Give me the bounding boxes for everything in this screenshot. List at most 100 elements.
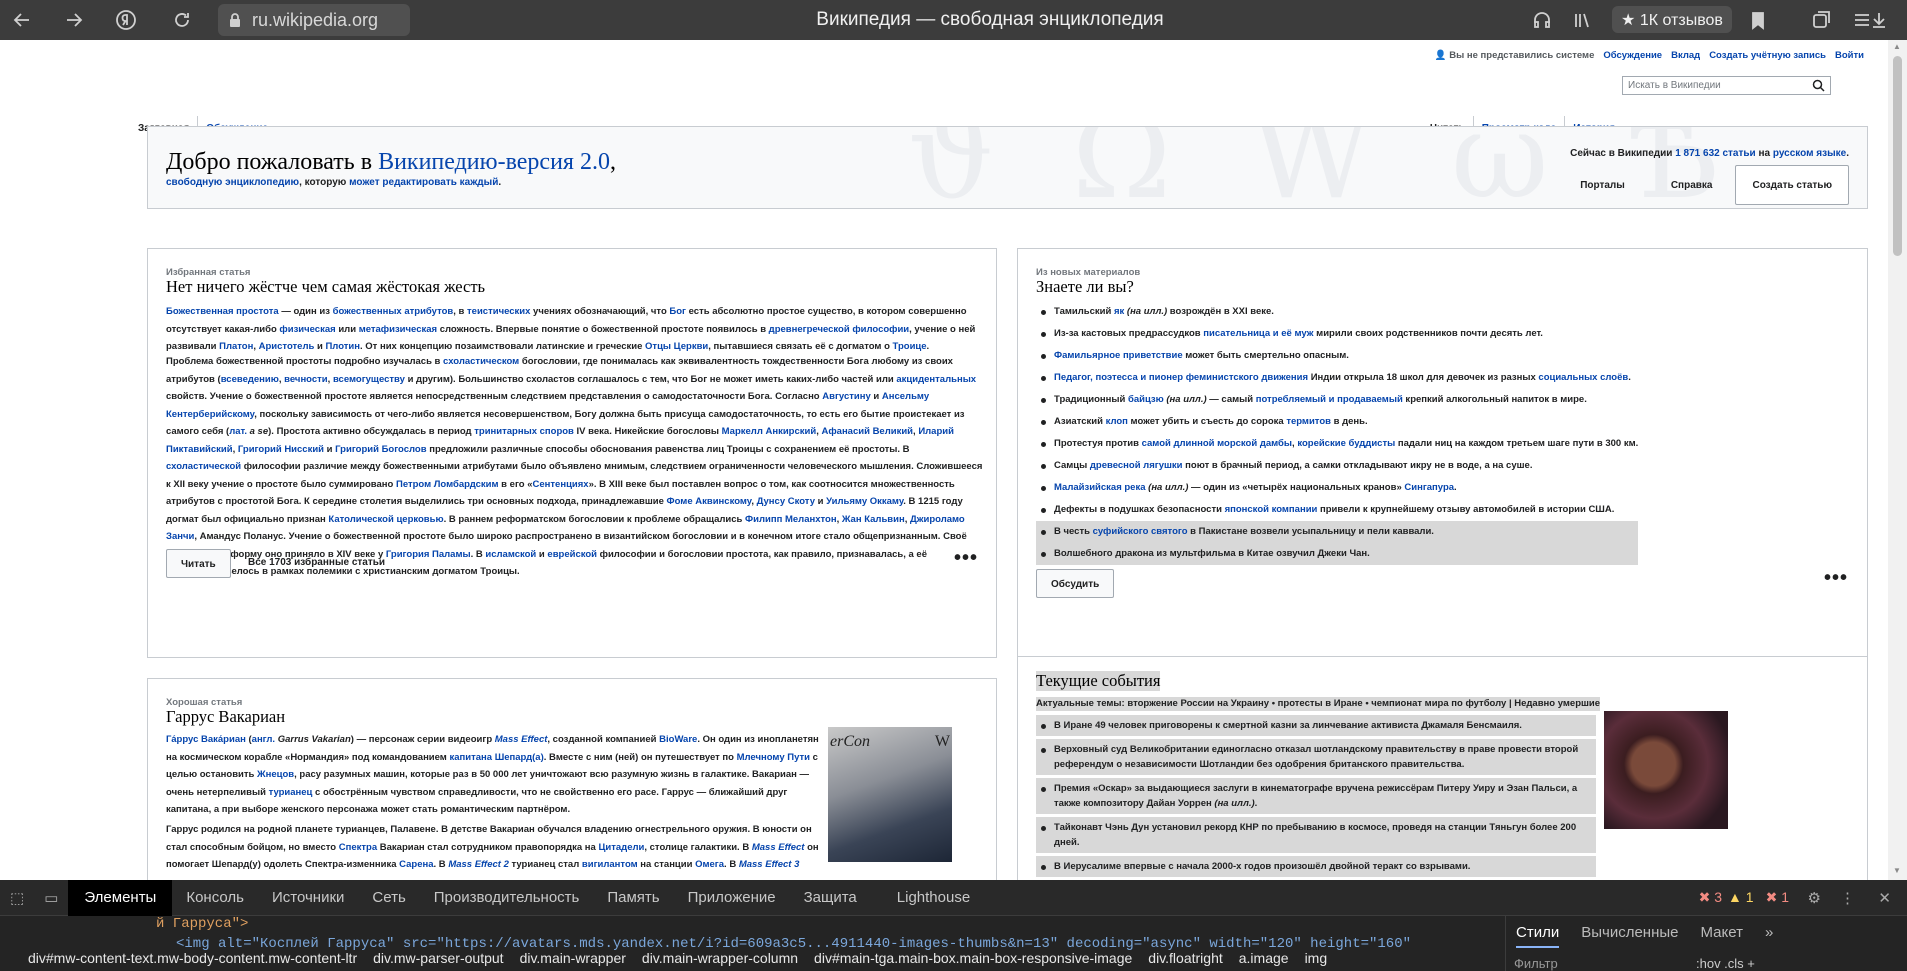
inline-link[interactable]: Mass Effect 2 <box>448 859 509 870</box>
reader-icon[interactable] <box>1568 6 1596 34</box>
inline-link[interactable]: Жан Кальвин <box>842 514 905 525</box>
inline-link[interactable]: Млечному Пути <box>737 752 810 763</box>
dom-breadcrumb-item[interactable]: div.mw-parser-output <box>373 950 503 971</box>
inline-link[interactable]: Троице <box>893 341 927 352</box>
tab-memory[interactable]: Память <box>593 889 673 906</box>
inspect-icon[interactable]: ⬚ <box>0 889 34 907</box>
read-button[interactable]: Читать <box>166 549 231 578</box>
tab-security[interactable]: Защита <box>790 889 871 906</box>
inline-link[interactable]: Уильяму Оккаму <box>826 496 903 507</box>
inline-link[interactable]: тринитарных споров <box>474 426 574 437</box>
inline-link[interactable]: Малайзийская река <box>1054 482 1146 493</box>
yandex-icon[interactable] <box>112 6 140 34</box>
dom-line-2[interactable]: <img alt="Косплей Гарруса" src="https://… <box>176 936 1485 950</box>
inline-link[interactable]: Божественная простота <box>166 306 279 317</box>
inline-link[interactable]: Григорий Нисский <box>238 444 324 455</box>
back-icon[interactable] <box>8 6 36 34</box>
tab-console[interactable]: Консоль <box>172 889 258 906</box>
tab-performance[interactable]: Производительность <box>420 889 594 906</box>
download-icon[interactable] <box>1864 6 1894 34</box>
inline-link[interactable]: Фамильярное приветствие <box>1054 350 1183 361</box>
styles-state-toggles[interactable]: :hov .cls + <box>1696 956 1755 971</box>
inline-link[interactable]: исламской <box>485 549 536 560</box>
search-icon[interactable] <box>1812 79 1825 92</box>
inline-link[interactable]: вечности <box>284 374 327 385</box>
inline-link[interactable]: Жнецов <box>257 769 294 780</box>
inline-link[interactable]: Mass Effect <box>752 842 805 853</box>
inline-link[interactable]: Плотин <box>325 341 360 352</box>
inline-link[interactable]: самой длинной морской дамбы <box>1142 438 1292 449</box>
anyone-can-edit-link[interactable]: может редактировать каждый <box>349 177 498 188</box>
inline-link[interactable]: англ. <box>252 734 275 745</box>
inline-link[interactable]: акцидентальных <box>896 374 976 385</box>
forward-icon[interactable] <box>60 6 88 34</box>
device-toolbar-icon[interactable]: ▭ <box>34 889 68 907</box>
search-input[interactable]: Искать в Википедии <box>1622 76 1831 95</box>
dom-line-1[interactable]: й Гарруса"> <box>156 916 248 932</box>
inline-link[interactable]: Григория Паламы <box>386 549 471 560</box>
inline-link[interactable]: метафизическая <box>359 324 437 335</box>
address-bar[interactable]: ru.wikipedia.org <box>218 4 410 36</box>
inline-link[interactable]: Платон <box>219 341 253 352</box>
inline-link[interactable]: турианец <box>269 787 313 798</box>
dom-breadcrumb-item[interactable]: div#mw-content-text.mw-body-content.mw-c… <box>28 950 357 971</box>
inline-link[interactable]: Спектра <box>339 842 377 853</box>
scroll-down-icon[interactable]: ▼ <box>1893 866 1901 875</box>
tab-network[interactable]: Сеть <box>358 889 419 906</box>
login-link[interactable]: Войти <box>1835 50 1864 61</box>
inline-link[interactable]: схоластическом <box>443 356 519 367</box>
inline-link[interactable]: схоластической <box>166 461 241 472</box>
inline-link[interactable]: всеведению <box>221 374 279 385</box>
settings-icon[interactable]: ⚙ <box>1798 889 1831 907</box>
inline-link[interactable]: Афанасий Великий <box>821 426 913 437</box>
scrollbar-thumb[interactable] <box>1893 56 1902 256</box>
inline-link[interactable]: термитов <box>1286 416 1331 427</box>
inline-link[interactable]: Бог <box>669 306 686 317</box>
collections-icon[interactable] <box>1808 6 1836 34</box>
dom-breadcrumb-item[interactable]: div.floatright <box>1148 950 1222 971</box>
dom-breadcrumb-item[interactable]: div#main-tga.main-box.main-box-responsiv… <box>814 950 1132 971</box>
inline-link[interactable]: Омега <box>695 859 724 870</box>
inline-link[interactable]: вигилантом <box>582 859 638 870</box>
inline-link[interactable]: Аристотель <box>259 341 315 352</box>
reviews-button[interactable]: ★ 1К отзывов <box>1612 6 1732 33</box>
inline-link[interactable]: всемогуществу <box>333 374 405 385</box>
dom-breadcrumb-item[interactable]: img <box>1305 950 1328 971</box>
warning-count[interactable]: ▲ 1 <box>1728 889 1754 906</box>
create-article-button[interactable]: Создать статью <box>1735 165 1849 205</box>
styles-filter-input[interactable]: Фильтр <box>1514 956 1558 971</box>
more-options-icon[interactable]: ⋮ <box>1830 889 1865 907</box>
inline-link[interactable]: Mass Effect <box>495 734 548 745</box>
personal-contrib-link[interactable]: Вклад <box>1671 50 1700 61</box>
inline-link[interactable]: Фоме Аквинскому <box>667 496 752 507</box>
discuss-button[interactable]: Обсудить <box>1036 569 1115 598</box>
garrus-cosplay-image[interactable]: erCon W <box>828 727 952 862</box>
inline-link[interactable]: Сентенциях <box>533 479 589 490</box>
issues-count[interactable]: ✖ 1 <box>1766 889 1789 906</box>
inline-link[interactable]: лат. <box>229 426 247 437</box>
more-tabs-icon[interactable]: » <box>1765 924 1773 948</box>
tab-layout[interactable]: Макет <box>1700 924 1742 948</box>
inline-link[interactable]: як <box>1114 306 1124 317</box>
tab-styles[interactable]: Стили <box>1516 924 1560 948</box>
russian-language-link[interactable]: русском языке <box>1773 148 1846 159</box>
inline-link[interactable]: клоп <box>1106 416 1128 427</box>
all-featured-link[interactable]: Все 1703 избранные статьи <box>248 557 385 568</box>
inline-link[interactable]: социальных слоёв <box>1538 372 1628 383</box>
tab-computed[interactable]: Вычисленные <box>1581 924 1678 948</box>
inline-link[interactable]: суфийского святого <box>1093 526 1188 537</box>
scroll-up-icon[interactable]: ▲ <box>1893 42 1901 51</box>
close-devtools-icon[interactable]: ✕ <box>1868 889 1901 907</box>
free-encyclopedia-link[interactable]: свободную энциклопедию <box>166 177 299 188</box>
inline-link[interactable]: божественных атрибутов <box>333 306 454 317</box>
create-account-link[interactable]: Создать учётную запись <box>1709 50 1826 61</box>
inline-link[interactable]: Га́ррус Вака́риан <box>166 734 246 745</box>
bookmark-icon[interactable] <box>1744 6 1772 34</box>
welcome-link[interactable]: Википедию-версия 2.0 <box>378 149 610 175</box>
inline-link[interactable]: Католической церковью <box>328 514 443 525</box>
inline-link[interactable]: Филипп Меланхтон <box>745 514 837 525</box>
featured-more-icon[interactable]: ••• <box>954 547 978 570</box>
inline-link[interactable]: Петром Ломбардским <box>396 479 499 490</box>
inline-link[interactable]: Маркелл Анкирский <box>722 426 817 437</box>
inline-link[interactable]: физическая <box>279 324 335 335</box>
